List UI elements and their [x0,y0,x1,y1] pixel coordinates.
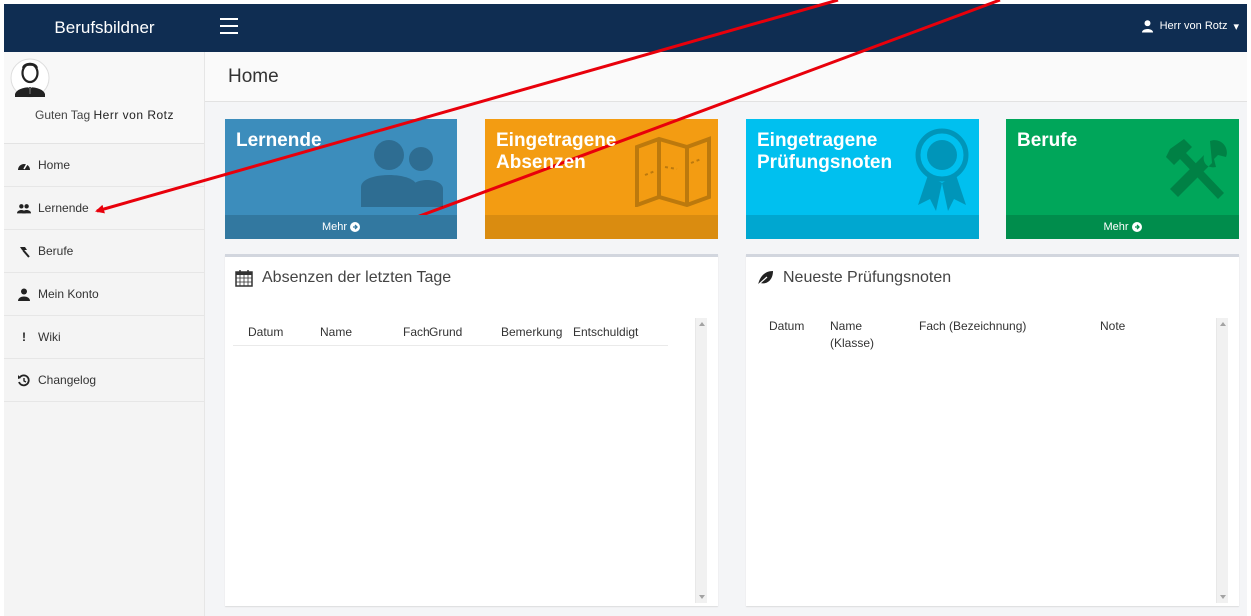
caret-down-icon: ▾ [1233,20,1239,33]
brand-logo[interactable]: Berufsbildner [4,4,205,52]
scroll-up-icon[interactable] [699,322,705,326]
pruefungsnoten-panel: Neueste Prüfungsnoten Datum Name (Klasse… [746,254,1239,606]
scrollbar[interactable] [695,318,707,603]
sidebar-item-wiki[interactable]: ! Wiki [4,316,204,359]
scroll-down-icon[interactable] [1220,595,1226,599]
infobox-pruefungsnoten[interactable]: Eingetragene Prüfungsnoten [746,119,979,239]
arrow-circle-right-icon [1131,222,1142,232]
users-icon [361,140,443,207]
panel-title: Absenzen der letzten Tage [235,269,451,287]
sidebar-item-home[interactable]: Home [4,144,204,187]
tools-icon [1166,139,1227,199]
user-panel: Guten Tag Herr von Rotz [4,52,204,144]
infobox-lernende[interactable]: Lernende Mehr [225,119,457,239]
page-title: Home [228,66,279,87]
infobox-label: Eingetragene Absenzen [496,130,617,173]
sidebar-item-mein-konto[interactable]: Mein Konto [4,273,204,316]
greeting-text: Guten Tag Herr von Rotz [34,108,175,122]
column-header-datum[interactable]: Datum [248,324,283,341]
infobox-footer-link[interactable]: Mehr [225,215,457,239]
user-menu-name: Herr von Rotz [1159,20,1228,32]
column-header-grund[interactable]: Grund [429,324,462,341]
scrollbar[interactable] [1216,318,1228,603]
column-header-entschuldigt[interactable]: Entschuldigt [573,324,638,341]
greeting-user-name: Herr von Rotz [93,108,175,122]
history-icon [16,373,32,387]
avatar [10,58,50,98]
top-navbar: Herr von Rotz ▾ [205,4,1247,52]
page-header: Home [205,52,1247,102]
table-header-divider [233,345,668,346]
infobox-berufe[interactable]: Berufe Mehr [1006,119,1239,239]
column-header-bemerkung[interactable]: Bemerkung [501,324,562,341]
exclamation-icon: ! [22,330,26,344]
leaf-icon [757,271,773,286]
dashboard-icon [16,158,32,172]
sidebar-item-changelog[interactable]: Changelog [4,359,204,402]
column-header-name-klasse[interactable]: Name (Klasse) [830,318,886,352]
infobox-footer-link[interactable]: Mehr [1006,215,1239,239]
scroll-down-icon[interactable] [699,595,705,599]
infobox-label: Eingetragene Prüfungsnoten [757,130,893,173]
sidebar-item-berufe[interactable]: Berufe [4,230,204,273]
column-header-fach-bezeichnung[interactable]: Fach (Bezeichnung) [919,318,1026,335]
infobox-label: Lernende [236,130,322,151]
infobox-absenzen[interactable]: Eingetragene Absenzen [485,119,718,239]
infobox-footer-link[interactable] [746,215,979,239]
user-menu[interactable]: Herr von Rotz ▾ [1141,19,1239,33]
column-header-fach[interactable]: Fach [403,324,430,341]
absenzen-panel: Absenzen der letzten Tage Datum Name Fac… [225,254,718,606]
user-icon [1141,20,1153,33]
column-header-datum[interactable]: Datum [769,318,804,335]
calendar-icon [235,270,253,287]
sidebar: Guten Tag Herr von Rotz Home Lernende Be… [4,52,205,616]
user-icon [16,287,32,301]
panel-title: Neueste Prüfungsnoten [756,269,951,287]
infobox-label: Berufe [1017,130,1078,151]
gavel-icon [16,244,32,258]
arrow-circle-right-icon [350,222,361,232]
hamburger-menu-icon[interactable] [220,18,238,38]
column-header-note[interactable]: Note [1100,318,1125,335]
sidebar-item-lernende[interactable]: Lernende [4,187,204,230]
users-icon [16,201,32,215]
column-header-name[interactable]: Name [320,324,352,341]
scroll-up-icon[interactable] [1220,322,1226,326]
infobox-footer-link[interactable] [485,215,718,239]
app-root: Berufsbildner Herr von Rotz ▾ Guten Tag … [0,0,1251,616]
